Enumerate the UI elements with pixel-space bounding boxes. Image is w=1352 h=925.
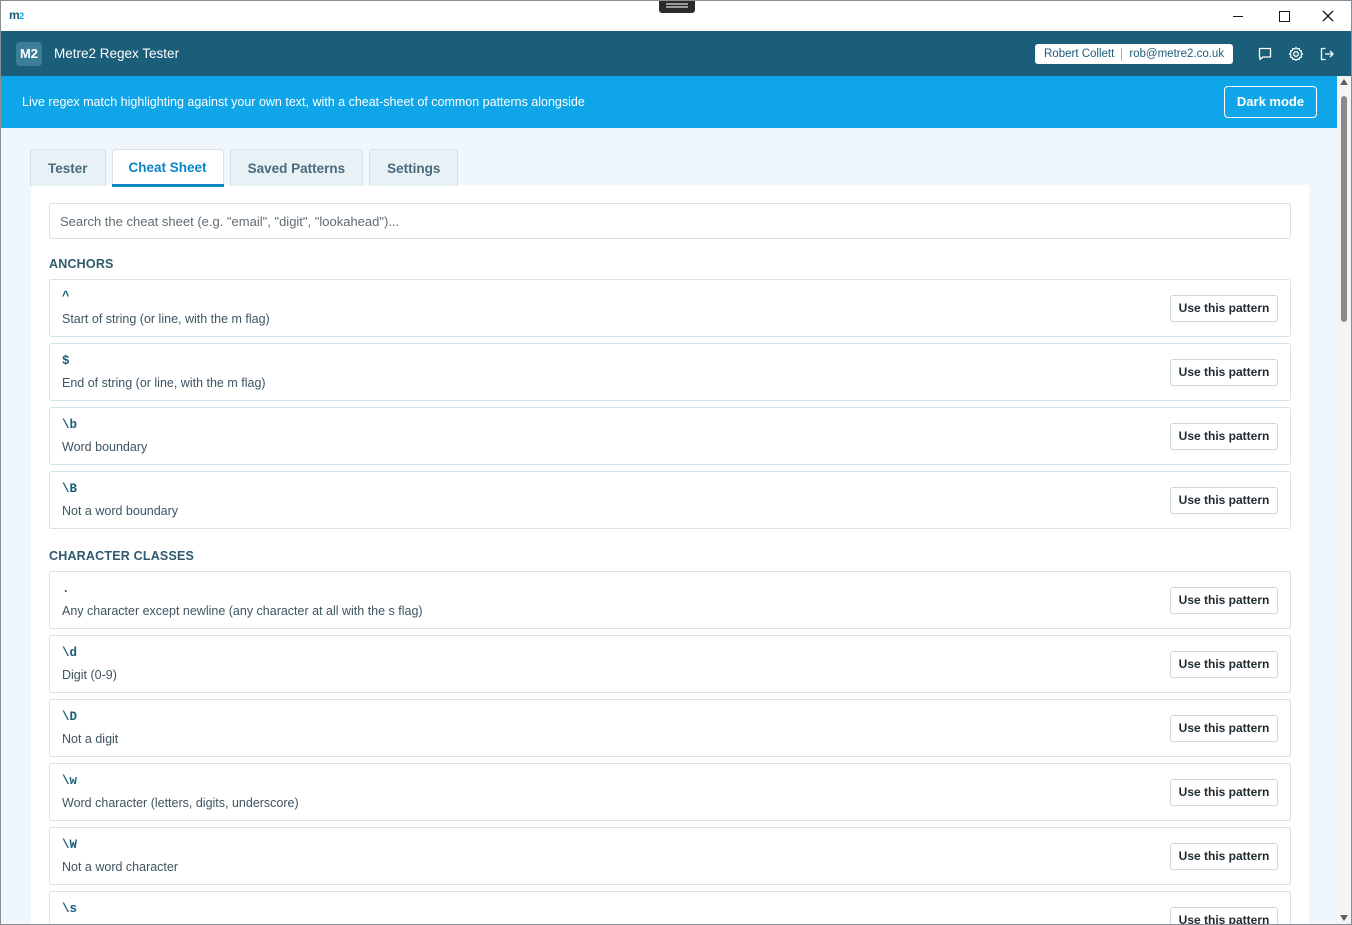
pattern-code: \d <box>62 646 78 660</box>
use-pattern-button[interactable]: Use this pattern <box>1170 423 1278 450</box>
logout-button[interactable] <box>1318 45 1336 63</box>
tab-bar: Tester Cheat Sheet Saved Patterns Settin… <box>30 149 459 187</box>
pattern-description: Start of string (or line, with the m fla… <box>62 312 270 326</box>
vertical-scrollbar[interactable] <box>1337 76 1351 924</box>
drag-handle[interactable] <box>659 1 695 13</box>
settings-button[interactable] <box>1287 45 1305 63</box>
maximize-icon <box>1278 10 1290 22</box>
use-pattern-button[interactable]: Use this pattern <box>1170 907 1278 924</box>
chat-icon <box>1258 47 1272 61</box>
window-titlebar[interactable]: m2 <box>1 1 1351 31</box>
pattern-code: \D <box>62 710 78 724</box>
scroll-thumb[interactable] <box>1341 96 1347 322</box>
tab-settings[interactable]: Settings <box>369 149 459 186</box>
app-logo: m2 <box>9 8 24 22</box>
pattern-card: \w Word character (letters, digits, unde… <box>49 763 1291 821</box>
dark-mode-button[interactable]: Dark mode <box>1224 86 1317 118</box>
pattern-description: Digit (0-9) <box>62 668 117 682</box>
use-pattern-button[interactable]: Use this pattern <box>1170 587 1278 614</box>
minimize-button[interactable] <box>1215 1 1261 31</box>
app-window: m2 M2 Metre2 Regex Tester Robert Collett… <box>0 0 1352 925</box>
pattern-card: $ End of string (or line, with the m fla… <box>49 343 1291 401</box>
pattern-code: $ <box>62 354 70 368</box>
close-icon <box>1322 10 1334 22</box>
close-button[interactable] <box>1305 1 1351 31</box>
pattern-card: . Any character except newline (any char… <box>49 571 1291 629</box>
pattern-description: Any character except newline (any charac… <box>62 604 423 618</box>
tab-saved-patterns[interactable]: Saved Patterns <box>229 149 364 186</box>
cheat-sheet-search-input[interactable] <box>49 203 1291 239</box>
minimize-icon <box>1233 15 1243 17</box>
pattern-description: End of string (or line, with the m flag) <box>62 376 266 390</box>
feedback-button[interactable] <box>1256 45 1274 63</box>
scroll-down-icon[interactable] <box>1340 915 1348 921</box>
user-chip[interactable]: Robert Collett rob@metre2.co.uk <box>1035 44 1234 64</box>
use-pattern-button[interactable]: Use this pattern <box>1170 779 1278 806</box>
logout-icon <box>1320 47 1334 61</box>
use-pattern-button[interactable]: Use this pattern <box>1170 295 1278 322</box>
pattern-card: \s Use this pattern <box>49 891 1291 924</box>
section-title-anchors: ANCHORS <box>49 257 114 271</box>
pattern-card: \W Not a word character Use this pattern <box>49 827 1291 885</box>
use-pattern-button[interactable]: Use this pattern <box>1170 715 1278 742</box>
brand-badge: M2 <box>16 42 42 66</box>
use-pattern-button[interactable]: Use this pattern <box>1170 487 1278 514</box>
banner-text: Live regex match highlighting against yo… <box>22 95 585 109</box>
pattern-code: ^ <box>62 290 70 304</box>
scroll-up-icon[interactable] <box>1340 79 1348 85</box>
app-header: M2 Metre2 Regex Tester Robert Collett ro… <box>1 31 1351 76</box>
pattern-description: Not a digit <box>62 732 119 746</box>
maximize-button[interactable] <box>1261 1 1307 31</box>
pattern-description: Word boundary <box>62 440 148 454</box>
tab-tester[interactable]: Tester <box>30 149 106 186</box>
pattern-card: \d Digit (0-9) Use this pattern <box>49 635 1291 693</box>
pattern-code: . <box>62 582 70 596</box>
use-pattern-button[interactable]: Use this pattern <box>1170 359 1278 386</box>
pattern-code: \s <box>62 902 78 916</box>
user-email: rob@metre2.co.uk <box>1129 48 1225 60</box>
pattern-card: \D Not a digit Use this pattern <box>49 699 1291 757</box>
user-name: Robert Collett <box>1044 48 1115 60</box>
use-pattern-button[interactable]: Use this pattern <box>1170 651 1278 678</box>
info-banner: Live regex match highlighting against yo… <box>1 76 1337 128</box>
pattern-card: ^ Start of string (or line, with the m f… <box>49 279 1291 337</box>
pattern-code: \W <box>62 838 78 852</box>
section-title-character-classes: CHARACTER CLASSES <box>49 549 195 563</box>
use-pattern-button[interactable]: Use this pattern <box>1170 843 1278 870</box>
pattern-card: \b Word boundary Use this pattern <box>49 407 1291 465</box>
pattern-code: \B <box>62 482 78 496</box>
pattern-code: \b <box>62 418 78 432</box>
tab-cheat-sheet[interactable]: Cheat Sheet <box>111 149 224 187</box>
pattern-description: Not a word boundary <box>62 504 179 518</box>
pattern-description: Not a word character <box>62 860 179 874</box>
pattern-code: \w <box>62 774 78 788</box>
user-chip-divider <box>1121 47 1123 61</box>
app-title: Metre2 Regex Tester <box>54 46 180 61</box>
gear-icon <box>1288 46 1304 62</box>
pattern-card: \B Not a word boundary Use this pattern <box>49 471 1291 529</box>
pattern-description: Word character (letters, digits, undersc… <box>62 796 299 810</box>
